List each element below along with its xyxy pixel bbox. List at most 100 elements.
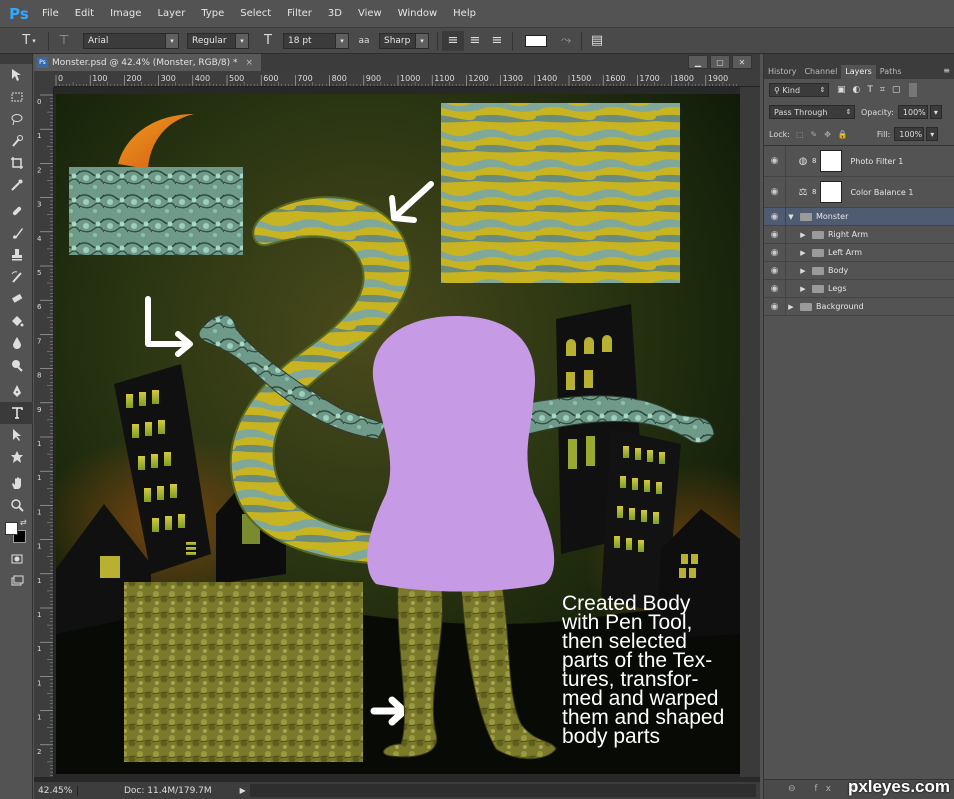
layer-row[interactable]: ◉ ⚖ 8 Color Balance 1 — [764, 177, 954, 208]
menu-view[interactable]: View — [350, 0, 390, 27]
marquee-tool-icon[interactable] — [0, 86, 33, 108]
panel-menu-icon[interactable]: ≡ — [943, 66, 950, 75]
vertical-scrollbar[interactable] — [740, 87, 760, 777]
horizontal-scrollbar[interactable] — [249, 784, 756, 797]
tab-paths[interactable]: Paths — [876, 65, 906, 79]
filter-toggle[interactable] — [909, 83, 918, 97]
layer-group-row[interactable]: ◉ ▶ Body — [764, 262, 954, 280]
menu-file[interactable]: File — [34, 0, 67, 27]
chevron-down-icon[interactable]: ▾ — [926, 127, 939, 141]
document-tab[interactable]: Ps Monster.psd @ 42.4% (Monster, RGB/8) … — [34, 54, 261, 71]
character-panel-icon[interactable]: ▤ — [586, 31, 608, 51]
blur-tool-icon[interactable] — [0, 332, 33, 354]
menu-layer[interactable]: Layer — [149, 0, 193, 27]
layer-group-row[interactable]: ◉ ▶ Left Arm — [764, 244, 954, 262]
blend-mode-select[interactable]: Pass Through ⇕ — [769, 105, 855, 119]
eraser-tool-icon[interactable] — [0, 288, 33, 310]
eye-icon[interactable]: ◉ — [764, 280, 786, 297]
text-color-swatch[interactable] — [525, 34, 547, 47]
opacity-input[interactable]: 100% — [897, 105, 928, 119]
crack-texture-swatch — [69, 167, 243, 255]
chevron-down-icon[interactable]: ▾ — [929, 105, 942, 119]
layer-group-row[interactable]: ◉ ▼ Monster — [764, 208, 954, 226]
clone-stamp-tool-icon[interactable] — [0, 244, 33, 266]
screen-mode-icon[interactable] — [0, 570, 33, 592]
type-tool-icon[interactable] — [0, 402, 33, 424]
menu-window[interactable]: Window — [390, 0, 445, 27]
quick-selection-tool-icon[interactable] — [0, 130, 33, 152]
type-tool-preset-icon[interactable]: T ▾ — [14, 31, 44, 51]
antialias-select[interactable]: Sharp ▾ — [379, 32, 429, 49]
quick-mask-icon[interactable] — [0, 548, 33, 570]
filter-icons[interactable]: ▣◐T⌗▢ — [837, 85, 907, 95]
expanded-triangle-icon[interactable]: ▼ — [786, 213, 796, 221]
layer-group-row[interactable]: ◉ ▶ Background — [764, 298, 954, 316]
align-center-icon[interactable]: ≡ — [464, 31, 486, 51]
eye-icon[interactable]: ◉ — [764, 146, 786, 176]
menu-edit[interactable]: Edit — [67, 0, 102, 27]
align-right-icon[interactable]: ≡ — [486, 31, 508, 51]
dodge-tool-icon[interactable] — [0, 354, 33, 376]
path-selection-tool-icon[interactable] — [0, 424, 33, 446]
ruler-label: 1500 — [571, 74, 591, 83]
eye-icon[interactable]: ◉ — [764, 262, 786, 279]
tab-layers[interactable]: Layers — [841, 65, 876, 79]
align-left-icon[interactable]: ≡ — [442, 30, 464, 51]
eye-icon[interactable]: ◉ — [764, 208, 786, 225]
shape-tool-icon[interactable] — [0, 446, 33, 468]
collapsed-triangle-icon[interactable]: ▶ — [798, 231, 808, 239]
collapsed-triangle-icon[interactable]: ▶ — [798, 249, 808, 257]
link-icon: 8 — [812, 157, 817, 165]
canvas[interactable]: Created Body with Pen Tool, then selecte… — [54, 87, 740, 777]
layer-group-row[interactable]: ◉ ▶ Legs — [764, 280, 954, 298]
healing-brush-tool-icon[interactable] — [0, 200, 33, 222]
move-tool-icon[interactable] — [0, 64, 33, 86]
caption-line: body parts — [562, 725, 660, 748]
tab-history[interactable]: History — [764, 65, 800, 79]
brush-tool-icon[interactable] — [0, 222, 33, 244]
ruler-vertical[interactable]: 0 1 2 3 4 5 6 7 8 9 1 1 1 1 1 1 1 1 1 2 — [34, 87, 54, 777]
hand-tool-icon[interactable] — [0, 472, 33, 494]
lock-label: Lock: — [769, 129, 790, 139]
layer-row[interactable]: ◉ ◍ 8 Photo Filter 1 — [764, 146, 954, 177]
collapsed-triangle-icon[interactable]: ▶ — [786, 303, 796, 311]
eye-icon[interactable]: ◉ — [764, 226, 786, 243]
close-tab-icon[interactable]: × — [245, 58, 253, 68]
layer-group-row[interactable]: ◉ ▶ Right Arm — [764, 226, 954, 244]
menu-image[interactable]: Image — [102, 0, 149, 27]
status-menu-arrow-icon[interactable]: ▶ — [240, 786, 246, 795]
menu-select[interactable]: Select — [232, 0, 279, 27]
crop-tool-icon[interactable] — [0, 152, 33, 174]
eye-icon[interactable]: ◉ — [764, 177, 786, 207]
eyedropper-tool-icon[interactable] — [0, 174, 33, 196]
font-size-select[interactable]: 18 pt ▾ — [283, 32, 349, 49]
maximize-icon[interactable]: ▢ — [710, 55, 730, 69]
lasso-tool-icon[interactable] — [0, 108, 33, 130]
close-icon[interactable]: ✕ — [732, 55, 752, 69]
eye-icon[interactable]: ◉ — [764, 244, 786, 261]
zoom-tool-icon[interactable] — [0, 494, 33, 516]
lock-icons[interactable]: ⬚✎✥🔒 — [796, 130, 855, 139]
swap-colors-icon[interactable]: ⇄ — [20, 518, 27, 527]
history-brush-tool-icon[interactable] — [0, 266, 33, 288]
menu-3d[interactable]: 3D — [320, 0, 350, 27]
filter-kind-select[interactable]: ⚲ Kind ⇕ — [769, 83, 829, 97]
foreground-color-swatch[interactable] — [5, 522, 18, 535]
paint-bucket-tool-icon[interactable] — [0, 310, 33, 332]
collapsed-triangle-icon[interactable]: ▶ — [798, 267, 808, 275]
fill-input[interactable]: 100% — [894, 127, 925, 141]
font-style-select[interactable]: Regular ▾ — [187, 32, 249, 49]
text-orientation-icon[interactable]: ⊤ — [53, 31, 75, 51]
tab-channels[interactable]: Channel — [800, 65, 841, 79]
menu-type[interactable]: Type — [193, 0, 232, 27]
menu-help[interactable]: Help — [445, 0, 484, 27]
warp-text-icon[interactable]: ⤳ — [555, 31, 577, 51]
pen-tool-icon[interactable] — [0, 380, 33, 402]
minimize-icon[interactable]: ▁ — [688, 55, 708, 69]
zoom-level[interactable]: 42.45% — [34, 785, 78, 796]
font-family-select[interactable]: Arial ▾ — [83, 32, 179, 49]
ruler-horizontal[interactable]: 0 100 200 300 400 500 600 700 800 900 1000 1100 1200… — [54, 71, 760, 87]
collapsed-triangle-icon[interactable]: ▶ — [798, 285, 808, 293]
menu-filter[interactable]: Filter — [279, 0, 320, 27]
eye-icon[interactable]: ◉ — [764, 298, 786, 315]
